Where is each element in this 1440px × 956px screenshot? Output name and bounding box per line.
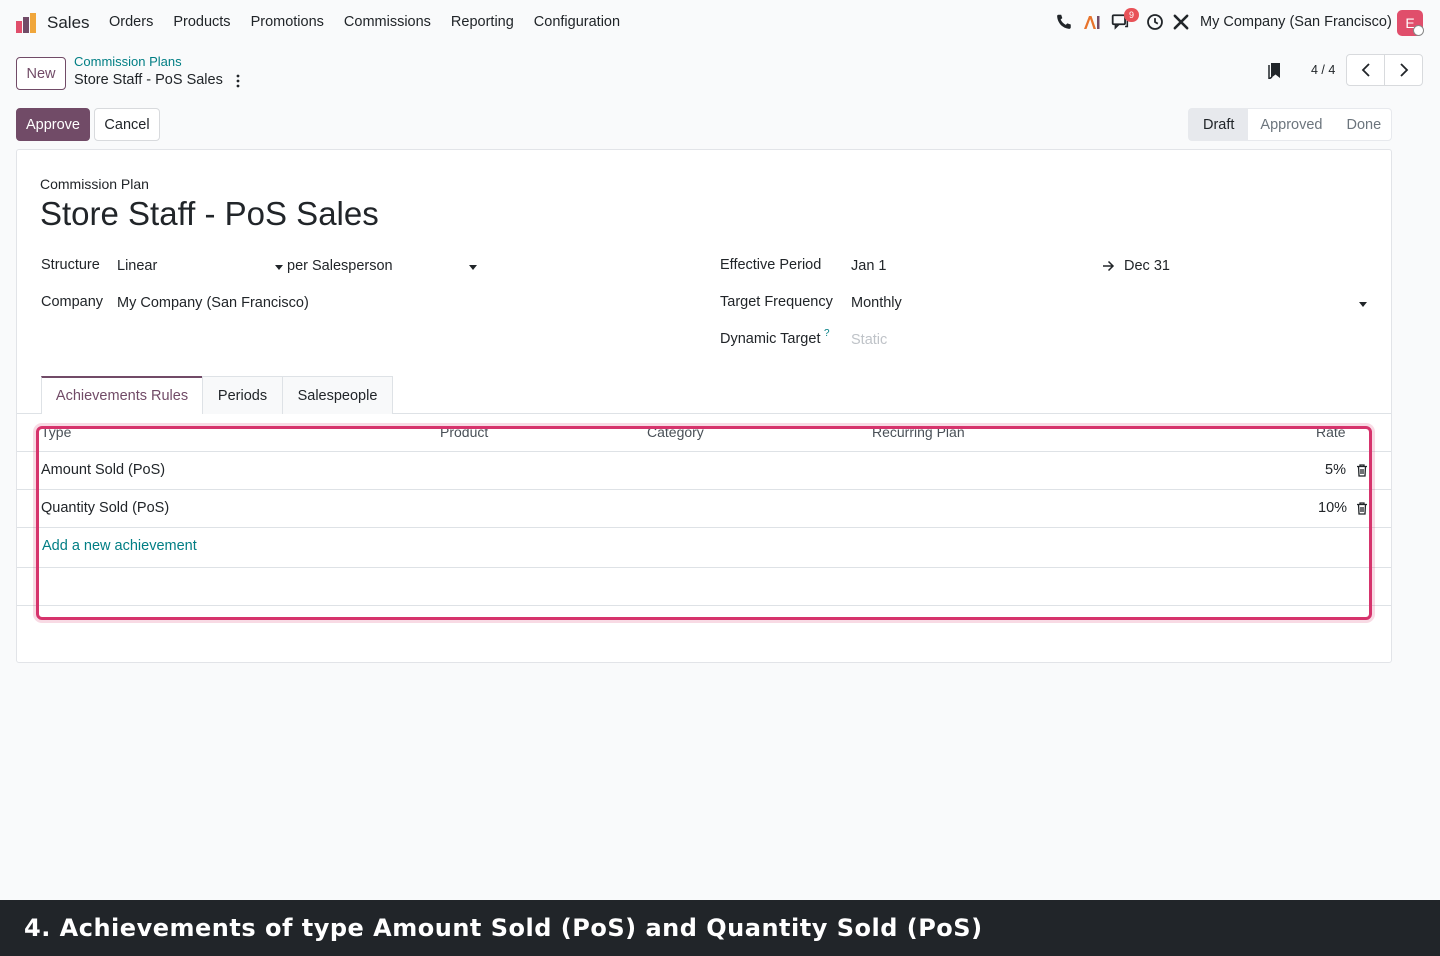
breadcrumb-parent[interactable]: Commission Plans xyxy=(74,54,182,69)
clock-icon[interactable] xyxy=(1146,13,1164,31)
menu-item-products[interactable]: Products xyxy=(173,14,230,30)
effective-period-label: Effective Period xyxy=(720,257,822,273)
tab-salespeople[interactable]: Salespeople xyxy=(282,376,393,414)
phone-icon[interactable] xyxy=(1055,13,1073,31)
tools-icon[interactable] xyxy=(1172,13,1190,31)
per-dropdown-icon[interactable] xyxy=(469,265,477,270)
main-menu: Orders Products Promotions Commissions R… xyxy=(99,14,630,30)
target-frequency-select[interactable]: Monthly xyxy=(851,295,902,311)
approve-button[interactable]: Approve xyxy=(16,108,90,141)
arrow-right-icon xyxy=(1103,260,1115,272)
gear-actions-icon[interactable] xyxy=(234,74,242,88)
menu-item-configuration[interactable]: Configuration xyxy=(534,14,620,30)
pager-next-button[interactable] xyxy=(1384,54,1423,86)
bookmark-icon[interactable] xyxy=(1268,62,1282,79)
pager-value[interactable]: 4 / 4 xyxy=(1311,63,1335,77)
tutorial-caption: 4. Achievements of type Amount Sold (PoS… xyxy=(0,900,1440,956)
chevron-left-icon xyxy=(1361,63,1370,77)
frequency-dropdown-icon[interactable] xyxy=(1359,302,1367,307)
menu-item-commissions[interactable]: Commissions xyxy=(344,14,431,30)
company-switcher[interactable]: My Company (San Francisco) xyxy=(1200,14,1392,30)
plan-name-field[interactable]: Store Staff - PoS Sales xyxy=(40,195,379,233)
ai-icon[interactable] xyxy=(1083,13,1101,31)
target-frequency-label: Target Frequency xyxy=(720,294,833,310)
period-end-field[interactable]: Dec 31 xyxy=(1124,258,1170,274)
menu-item-promotions[interactable]: Promotions xyxy=(251,14,324,30)
new-button[interactable]: New xyxy=(16,57,66,90)
menu-item-orders[interactable]: Orders xyxy=(109,14,153,30)
chevron-right-icon xyxy=(1399,63,1408,77)
breadcrumb-current: Store Staff - PoS Sales xyxy=(74,72,223,88)
status-bar: Draft Approved Done xyxy=(1188,108,1392,141)
tab-achievements-rules[interactable]: Achievements Rules xyxy=(41,376,203,414)
presence-status-icon xyxy=(1413,25,1424,36)
company-field[interactable]: My Company (San Francisco) xyxy=(117,295,309,311)
cancel-button[interactable]: Cancel xyxy=(94,108,160,141)
company-label: Company xyxy=(41,294,104,310)
dynamic-target-label: Dynamic Target xyxy=(720,331,821,347)
structure-label: Structure xyxy=(41,257,100,273)
menu-item-reporting[interactable]: Reporting xyxy=(451,14,514,30)
messages-badge: 9 xyxy=(1124,8,1139,22)
status-draft[interactable]: Draft xyxy=(1189,109,1249,140)
status-approved[interactable]: Approved xyxy=(1248,109,1334,140)
period-start-field[interactable]: Jan 1 xyxy=(851,258,886,274)
structure-dropdown-icon[interactable] xyxy=(275,265,283,270)
app-name[interactable]: Sales xyxy=(47,13,90,33)
status-done[interactable]: Done xyxy=(1335,109,1394,140)
per-select[interactable]: per Salesperson xyxy=(287,258,393,274)
form-subtitle: Commission Plan xyxy=(40,176,149,192)
help-tooltip-icon[interactable]: ? xyxy=(824,328,830,339)
highlight-annotation xyxy=(36,426,1372,620)
tab-periods[interactable]: Periods xyxy=(202,376,283,414)
pager-previous-button[interactable] xyxy=(1346,54,1385,86)
dynamic-target-field: Static xyxy=(851,332,888,348)
sales-app-icon[interactable] xyxy=(15,12,37,34)
structure-select[interactable]: Linear xyxy=(117,258,157,274)
